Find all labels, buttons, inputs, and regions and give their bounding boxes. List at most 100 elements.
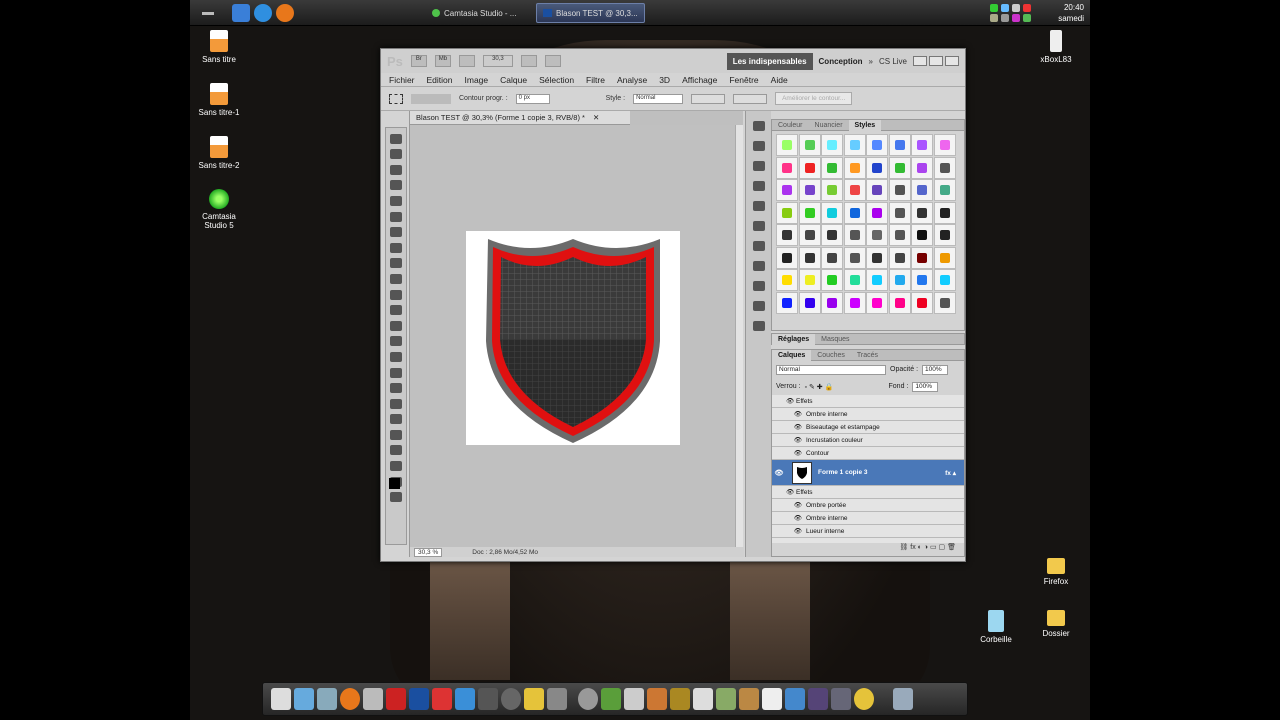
style-swatch[interactable] — [888, 134, 911, 156]
style-swatch[interactable] — [933, 224, 956, 246]
style-swatch[interactable] — [911, 201, 933, 224]
tool-icon[interactable] — [390, 211, 402, 222]
tray-icon[interactable] — [990, 4, 998, 12]
visibility-eye-icon[interactable]: 👁 — [786, 514, 806, 522]
style-swatch[interactable] — [798, 269, 821, 291]
blend-mode-select[interactable]: Normal — [776, 364, 886, 375]
style-swatch[interactable] — [866, 291, 888, 314]
game-icon[interactable] — [785, 688, 805, 710]
panel-icon[interactable] — [752, 261, 765, 271]
layer-effect-row[interactable]: 👁 Effets — [772, 395, 964, 408]
tool-icon[interactable] — [390, 242, 402, 253]
menu-item-4[interactable]: Sélection — [539, 75, 574, 85]
desktop-icon-camtasia[interactable]: Camtasia Studio 5 — [190, 189, 254, 230]
minecraft-icon[interactable] — [601, 688, 621, 710]
tool-icon[interactable] — [390, 289, 402, 300]
menu-item-10[interactable]: Aide — [771, 75, 788, 85]
tool-icon[interactable] — [390, 305, 402, 316]
style-swatch[interactable] — [821, 246, 843, 269]
marquee-tool-icon[interactable] — [389, 93, 403, 104]
style-swatch[interactable] — [888, 246, 911, 269]
height-input[interactable] — [733, 93, 768, 104]
cs-live-button[interactable]: CS Live — [879, 57, 907, 66]
style-swatch[interactable] — [821, 179, 843, 201]
game-icon[interactable] — [762, 688, 782, 710]
width-input[interactable] — [691, 93, 726, 104]
style-swatch[interactable] — [933, 179, 956, 201]
photoshop-icon[interactable] — [409, 688, 429, 710]
tool-icon[interactable] — [390, 149, 402, 160]
style-swatch[interactable] — [843, 246, 866, 269]
app-icon[interactable] — [547, 688, 567, 710]
visibility-eye-icon[interactable]: 👁 — [786, 397, 796, 405]
desktop-icon-dossier[interactable]: Dossier — [1021, 610, 1090, 638]
style-swatch[interactable] — [866, 179, 888, 201]
style-swatch[interactable] — [843, 134, 866, 156]
style-swatch[interactable] — [911, 269, 933, 291]
style-swatch[interactable] — [843, 179, 866, 201]
game-icon[interactable] — [647, 688, 667, 710]
canvas-area[interactable] — [410, 125, 736, 547]
tray-icon[interactable] — [1001, 14, 1009, 22]
tool-icon[interactable] — [390, 492, 402, 503]
maximize-button[interactable] — [929, 56, 943, 66]
style-swatch[interactable] — [911, 246, 933, 269]
game-icon[interactable] — [624, 688, 644, 710]
media-icon[interactable] — [363, 688, 383, 710]
document-tab[interactable]: Blason TEST @ 30,3% (Forme 1 copie 3, RV… — [410, 111, 630, 125]
desktop-icon-sans-titre-2[interactable]: Sans titre-2 — [190, 136, 254, 170]
tab-styles[interactable]: Styles — [848, 119, 882, 131]
layer-effect-row[interactable]: 👁 Ombre interne — [772, 408, 964, 421]
menu-item-5[interactable]: Filtre — [586, 75, 605, 85]
tool-icon[interactable] — [390, 398, 402, 409]
menu-item-9[interactable]: Fenêtre — [729, 75, 758, 85]
panel-icon[interactable] — [752, 241, 765, 251]
windows-explorer-icon[interactable] — [232, 4, 250, 22]
visibility-eye-icon[interactable]: 👁 — [786, 449, 806, 457]
style-swatch[interactable] — [798, 246, 821, 269]
tool-icon[interactable] — [390, 461, 402, 472]
panel-icon[interactable] — [752, 161, 765, 171]
start-button[interactable] — [196, 3, 220, 23]
tab-swatches[interactable]: Nuancier — [809, 120, 849, 131]
style-swatch[interactable] — [911, 224, 933, 246]
desktop-icon-sans-titre-1[interactable]: Sans titre-1 — [190, 83, 254, 117]
style-swatch[interactable] — [933, 269, 956, 291]
firefox-icon[interactable] — [276, 4, 294, 22]
menu-item-7[interactable]: 3D — [659, 75, 670, 85]
style-swatch[interactable] — [933, 291, 956, 314]
menu-item-8[interactable]: Affichage — [682, 75, 717, 85]
tool-icon[interactable] — [390, 164, 402, 175]
style-swatch[interactable] — [866, 269, 888, 291]
style-swatch[interactable] — [933, 134, 956, 156]
document-canvas[interactable] — [466, 231, 680, 445]
layer-row-selected[interactable]: 👁 Forme 1 copie 3 fx ▴ — [772, 460, 964, 486]
folder-icon[interactable] — [317, 688, 337, 710]
style-swatch[interactable] — [776, 134, 798, 156]
globe-icon[interactable] — [294, 688, 314, 710]
style-swatch[interactable] — [843, 156, 866, 179]
steam-icon[interactable] — [501, 688, 521, 710]
fx-icon[interactable]: fx ▴ — [945, 469, 964, 477]
style-swatch[interactable] — [933, 156, 956, 179]
foreground-color-swatch[interactable] — [389, 478, 400, 489]
style-swatch[interactable] — [866, 201, 888, 224]
zoom-level-field[interactable]: 30,3 % — [414, 547, 443, 557]
style-swatch[interactable] — [798, 179, 821, 201]
style-swatch[interactable] — [866, 156, 888, 179]
desktop-icon-xboxl83[interactable]: xBoxL83 — [1021, 30, 1090, 64]
tray-icon[interactable] — [1001, 4, 1009, 12]
style-swatch[interactable] — [933, 246, 956, 269]
tool-icon[interactable] — [390, 367, 402, 378]
layers-footer-icons[interactable]: ⛓ fx ◐ ◑ ▭ ▢ 🗑 — [772, 543, 964, 553]
taskbar-item-camtasia[interactable]: Camtasia Studio - ... — [426, 3, 522, 23]
desktop-icon-firefox-folder[interactable]: Firefox — [1021, 558, 1090, 586]
visibility-eye-icon[interactable]: 👁 — [772, 469, 786, 477]
style-swatch[interactable] — [798, 156, 821, 179]
tool-icon[interactable] — [390, 258, 402, 269]
doc-size-info[interactable]: Doc : 2,86 Mo/4,52 Mo — [472, 549, 538, 556]
panel-icon[interactable] — [752, 321, 765, 331]
style-swatch[interactable] — [821, 134, 843, 156]
tool-icon[interactable] — [390, 180, 402, 191]
selection-mode-buttons[interactable] — [411, 93, 451, 104]
